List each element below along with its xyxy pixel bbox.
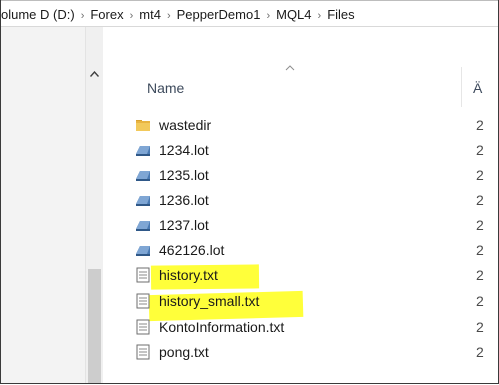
explorer-window: olume D (D:) › Forex › mt4 › PepperDemo1 › MQL4 ›… <box>0 0 499 384</box>
file-date: 2 <box>476 293 484 309</box>
breadcrumb: olume D (D:) › Forex › mt4 › PepperDemo1 › MQL4 ›… <box>1 7 355 24</box>
file-name: 1234.lot <box>159 142 209 158</box>
chevron-right-icon[interactable]: › <box>318 8 322 24</box>
file-date: 2 <box>476 167 484 183</box>
address-bar[interactable]: olume D (D:) › Forex › mt4 › PepperDemo1 › MQL4 ›… <box>1 0 498 27</box>
file-name: 1236.lot <box>159 192 209 208</box>
file-date: 2 <box>476 217 484 233</box>
list-item[interactable]: history.txt 2 <box>103 263 498 287</box>
disk-file-icon <box>136 196 150 206</box>
text-file-icon <box>136 319 150 335</box>
list-item[interactable]: wastedir 2 <box>103 113 498 137</box>
breadcrumb-pepperdemo1[interactable]: PepperDemo1 <box>177 7 261 23</box>
file-name: history.txt <box>159 267 218 283</box>
breadcrumb-mt4[interactable]: mt4 <box>139 7 161 23</box>
navigation-scrollbar[interactable] <box>85 27 103 383</box>
list-item[interactable]: 1235.lot 2 <box>103 163 498 187</box>
breadcrumb-files[interactable]: Files <box>327 7 354 23</box>
file-name: pong.txt <box>159 344 209 360</box>
file-date: 2 <box>476 192 484 208</box>
list-item[interactable]: 462126.lot 2 <box>103 238 498 262</box>
text-file-icon <box>136 344 150 360</box>
disk-file-icon <box>136 246 150 256</box>
file-name: 1237.lot <box>159 217 209 233</box>
chevron-right-icon[interactable]: › <box>130 8 134 24</box>
file-date: 2 <box>476 344 484 360</box>
column-header-date[interactable]: Ä <box>473 80 482 96</box>
file-name: 462126.lot <box>159 242 225 258</box>
scrollbar-thumb[interactable] <box>88 269 101 383</box>
sort-ascending-icon <box>285 65 295 71</box>
navigation-pane[interactable] <box>1 27 85 383</box>
breadcrumb-forex[interactable]: Forex <box>90 7 123 23</box>
file-date: 2 <box>476 319 484 335</box>
folder-icon <box>136 120 150 131</box>
file-name: KontoInformation.txt <box>159 319 285 335</box>
file-name: history_small.txt <box>159 293 260 309</box>
list-item[interactable]: KontoInformation.txt 2 <box>103 315 498 339</box>
list-item[interactable]: 1236.lot 2 <box>103 188 498 212</box>
list-item[interactable]: 1237.lot 2 <box>103 213 498 237</box>
text-file-icon <box>136 293 150 309</box>
scroll-up-arrow-icon[interactable] <box>90 71 99 77</box>
file-name: 1235.lot <box>159 167 209 183</box>
text-file-icon <box>136 267 150 283</box>
column-header-name[interactable]: Name <box>147 80 184 96</box>
file-date: 2 <box>476 267 484 283</box>
file-list: Name Ä wastedir 2 1234.lot 2 1235.lot 2 … <box>103 27 498 383</box>
disk-file-icon <box>136 221 150 231</box>
file-name: wastedir <box>159 117 212 133</box>
file-date: 2 <box>476 117 484 133</box>
list-item[interactable]: 1234.lot 2 <box>103 138 498 162</box>
breadcrumb-volume-d[interactable]: olume D (D:) <box>1 7 75 23</box>
file-date: 2 <box>476 142 484 158</box>
breadcrumb-mql4[interactable]: MQL4 <box>276 7 311 23</box>
chevron-right-icon[interactable]: › <box>266 8 270 24</box>
file-date: 2 <box>476 242 484 258</box>
disk-file-icon <box>136 171 150 181</box>
chevron-right-icon[interactable]: › <box>81 8 85 24</box>
disk-file-icon <box>136 146 150 156</box>
list-item[interactable]: history_small.txt 2 <box>103 289 498 313</box>
top-divider <box>1 0 498 1</box>
chevron-right-icon[interactable]: › <box>167 8 171 24</box>
column-divider[interactable] <box>461 67 462 107</box>
list-item[interactable]: pong.txt 2 <box>103 340 498 364</box>
